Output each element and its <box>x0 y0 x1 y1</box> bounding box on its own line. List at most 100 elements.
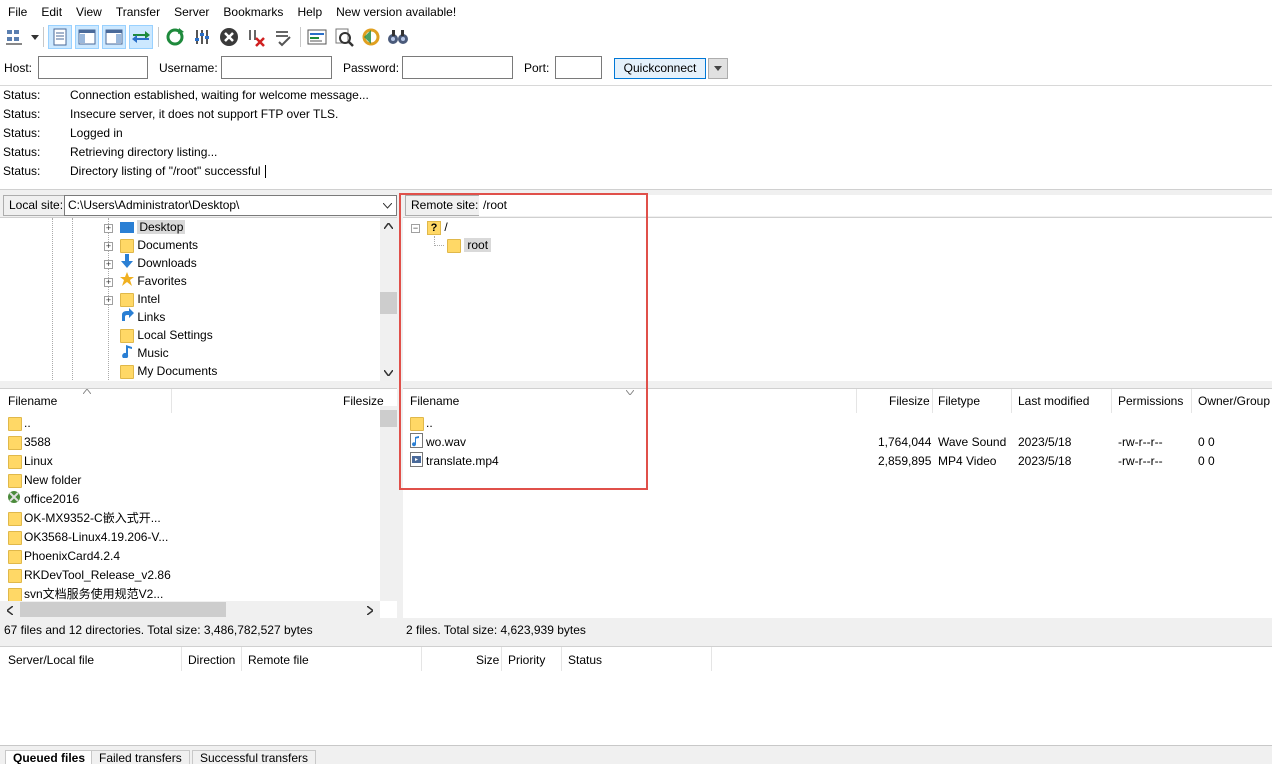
column-separator <box>421 647 422 671</box>
port-label: Port: <box>524 61 550 75</box>
quickconnect-button[interactable]: Quickconnect <box>614 58 706 79</box>
reconnect-icon[interactable] <box>271 25 295 49</box>
column-separator <box>1191 389 1192 413</box>
scroll-left-icon <box>7 606 13 615</box>
local-header-filename[interactable]: Filename <box>8 389 57 413</box>
local-list-hscrollbar[interactable] <box>0 601 380 618</box>
remote-header-permissions[interactable]: Permissions <box>1118 389 1183 413</box>
remote-header-filetype[interactable]: Filetype <box>938 389 980 413</box>
local-list-scrollbar[interactable] <box>380 406 397 601</box>
dropdown-arrow-icon[interactable] <box>31 34 41 40</box>
menu-new-version[interactable]: New version available! <box>329 0 463 24</box>
remote-header-filename[interactable]: Filename <box>410 389 459 413</box>
column-separator <box>181 647 182 671</box>
host-input[interactable] <box>38 56 148 79</box>
menu-view[interactable]: View <box>69 0 109 24</box>
folder-icon <box>8 473 22 488</box>
menu-transfer[interactable]: Transfer <box>109 0 167 24</box>
toggle-local-tree-icon[interactable] <box>75 25 99 49</box>
toggle-log-icon[interactable] <box>48 25 72 49</box>
expand-icon[interactable]: + <box>104 260 113 269</box>
tree-item-local-settings[interactable]: Local Settings <box>120 326 213 344</box>
list-item[interactable]: .. <box>403 414 1272 433</box>
menu-server[interactable]: Server <box>167 0 216 24</box>
file-modified: 2023/5/18 <box>1018 435 1072 449</box>
queue-header-size[interactable]: Size <box>476 648 499 672</box>
scroll-thumb[interactable] <box>20 602 226 617</box>
queue-header-remote[interactable]: Remote file <box>248 648 309 672</box>
local-tree-scrollbar[interactable] <box>380 218 397 381</box>
download-arrow-icon <box>120 254 134 273</box>
tab-failed-transfers[interactable]: Failed transfers <box>91 750 190 764</box>
menu-bookmarks[interactable]: Bookmarks <box>216 0 290 24</box>
refresh-icon[interactable] <box>163 25 187 49</box>
expand-icon[interactable]: + <box>104 278 113 287</box>
queue-header-server[interactable]: Server/Local file <box>8 648 94 672</box>
filter-icon[interactable] <box>190 25 214 49</box>
collapse-icon[interactable]: − <box>411 224 420 233</box>
remote-path-input[interactable]: /root <box>479 195 1272 216</box>
tree-label: Local Settings <box>137 328 213 342</box>
file-size: 1,764,044 <box>878 435 932 449</box>
folder-icon <box>8 530 22 545</box>
menu-file[interactable]: File <box>0 0 34 24</box>
local-header-filesize[interactable]: Filesize <box>343 389 384 413</box>
toggle-remote-tree-icon[interactable] <box>102 25 126 49</box>
queue-header-direction[interactable]: Direction <box>188 648 235 672</box>
password-label: Password: <box>343 61 400 75</box>
username-input[interactable] <box>221 56 332 79</box>
cancel-icon[interactable] <box>217 25 241 49</box>
tree-item-root-dir[interactable]: ? / <box>427 218 448 236</box>
remote-header-owner[interactable]: Owner/Group <box>1198 389 1270 413</box>
column-separator <box>1111 389 1112 413</box>
quickconnect-dropdown-icon[interactable] <box>708 58 728 79</box>
desktop-icon <box>120 222 134 234</box>
tab-queued-files[interactable]: Queued files <box>5 750 94 764</box>
menu-edit[interactable]: Edit <box>34 0 69 24</box>
expand-icon[interactable]: + <box>104 242 113 251</box>
column-separator <box>711 647 712 671</box>
remote-header-modified[interactable]: Last modified <box>1018 389 1089 413</box>
tree-item-documents[interactable]: Documents <box>120 236 198 254</box>
tree-item-links[interactable]: Links <box>120 308 165 326</box>
local-path-input[interactable]: C:\Users\Administrator\Desktop\ <box>64 195 397 216</box>
chevron-down-icon <box>383 203 392 209</box>
scroll-thumb[interactable] <box>380 292 397 314</box>
sync-browse-icon[interactable] <box>359 25 383 49</box>
shortcut-icon <box>7 490 22 511</box>
list-item[interactable]: translate.mp4 2,859,895 MP4 Video 2023/5… <box>403 452 1272 471</box>
list-item[interactable]: wo.wav 1,764,044 Wave Sound 2023/5/18 -r… <box>403 433 1272 452</box>
tree-item-my-documents[interactable]: My Documents <box>120 362 217 380</box>
column-separator <box>561 647 562 671</box>
tree-item-downloads[interactable]: Downloads <box>120 254 197 272</box>
sort-arrow-icon <box>83 389 91 394</box>
password-input[interactable] <box>402 56 513 79</box>
disconnect-icon[interactable] <box>244 25 268 49</box>
expand-icon[interactable]: + <box>104 224 113 233</box>
port-input[interactable] <box>555 56 602 79</box>
file-permissions: -rw-r--r-- <box>1118 454 1163 468</box>
file-name: RKDevTool_Release_v2.86 <box>24 568 171 582</box>
tree-item-desktop[interactable]: Desktop <box>120 218 186 236</box>
find-files-icon[interactable] <box>386 25 410 49</box>
video-file-icon <box>410 452 423 473</box>
column-separator <box>932 389 933 413</box>
compare-icon[interactable] <box>305 25 329 49</box>
scroll-thumb[interactable] <box>380 410 397 427</box>
queue-header-status[interactable]: Status <box>568 648 602 672</box>
toggle-queue-icon[interactable] <box>129 25 153 49</box>
remote-header-filesize[interactable]: Filesize <box>889 389 930 413</box>
folder-icon <box>120 328 134 343</box>
tree-item-root[interactable]: root <box>447 236 492 254</box>
tree-item-favorites[interactable]: Favorites <box>120 272 187 290</box>
expand-icon[interactable]: + <box>104 296 113 305</box>
menu-help[interactable]: Help <box>290 0 329 24</box>
file-name: 3588 <box>24 435 51 449</box>
tree-item-intel[interactable]: Intel <box>120 290 160 308</box>
search-icon[interactable] <box>332 25 356 49</box>
tree-label: root <box>464 238 492 252</box>
site-manager-icon[interactable] <box>4 25 28 49</box>
tree-item-music[interactable]: Music <box>120 344 169 362</box>
tab-successful-transfers[interactable]: Successful transfers <box>192 750 317 764</box>
queue-header-priority[interactable]: Priority <box>508 648 545 672</box>
